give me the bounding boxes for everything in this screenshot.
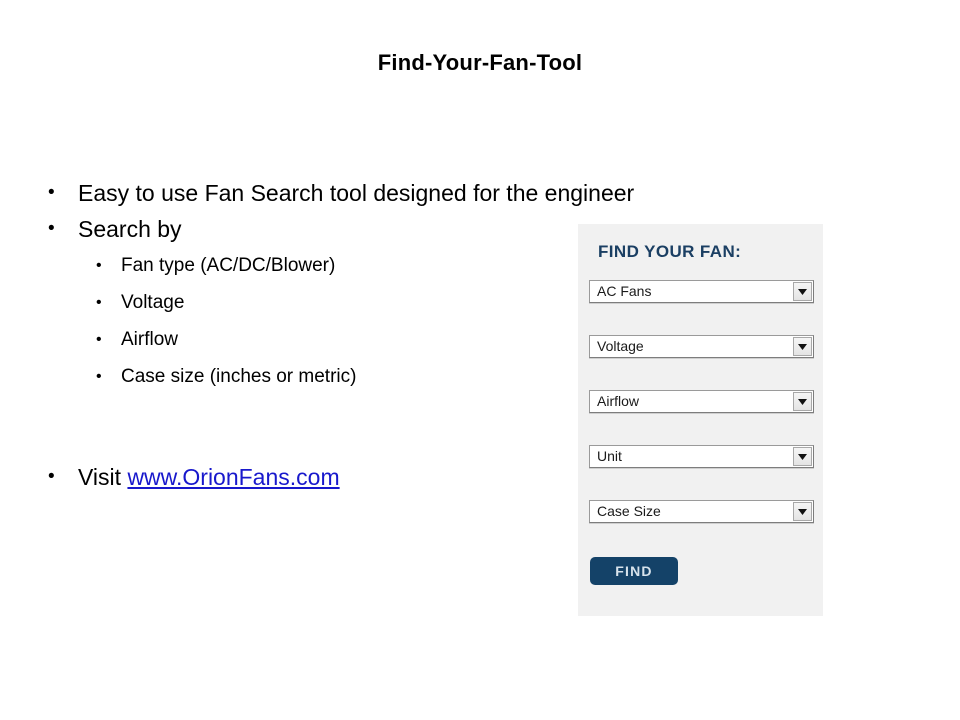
chevron-down-icon[interactable] (793, 392, 812, 411)
list-item: • Search by (48, 212, 568, 246)
case-size-select[interactable]: Case Size (589, 500, 814, 523)
list-item-visit: • Visit www.OrionFans.com (48, 460, 568, 494)
voltage-select[interactable]: Voltage (589, 335, 814, 358)
airflow-select[interactable]: Airflow (589, 390, 814, 413)
case-size-select-value: Case Size (597, 503, 661, 519)
bullet-icon: • (96, 368, 102, 385)
fan-panel-heading: FIND YOUR FAN: (598, 242, 742, 261)
bullet-content: • Easy to use Fan Search tool designed f… (48, 176, 634, 496)
list-item: • Case size (inches or metric) (48, 359, 568, 394)
fan-filter-list: AC Fans Voltage Airflow Unit Case Size (589, 280, 814, 555)
list-item-label: Easy to use Fan Search tool designed for… (78, 180, 635, 206)
chevron-down-icon[interactable] (793, 447, 812, 466)
chevron-down-icon[interactable] (793, 282, 812, 301)
find-your-fan-panel: FIND YOUR FAN: AC Fans Voltage Airflow U… (578, 224, 823, 616)
list-item: • Airflow (48, 322, 568, 357)
unit-select-value: Unit (597, 448, 622, 464)
fan-type-select-value: AC Fans (597, 283, 652, 299)
fan-type-select[interactable]: AC Fans (589, 280, 814, 303)
unit-select[interactable]: Unit (589, 445, 814, 468)
bullet-icon: • (96, 331, 102, 348)
list-item-label: Fan type (AC/DC/Blower) (121, 255, 336, 276)
bullet-icon: • (48, 218, 55, 239)
page-title: Find-Your-Fan-Tool (377, 50, 583, 75)
visit-line: Visit www.OrionFans.com (78, 460, 568, 494)
list-item-label: Case size (inches or metric) (121, 366, 357, 387)
bullet-icon: • (48, 466, 55, 487)
voltage-select-value: Voltage (597, 338, 644, 354)
list-item: • Easy to use Fan Search tool designed f… (48, 176, 634, 210)
list-item-label: Search by (78, 216, 182, 242)
orionfans-link[interactable]: www.OrionFans.com (127, 464, 339, 490)
list-item: • Voltage (48, 285, 568, 320)
chevron-down-icon[interactable] (793, 337, 812, 356)
airflow-select-value: Airflow (597, 393, 640, 409)
bullet-icon: • (96, 257, 102, 274)
list-item-label: Voltage (121, 292, 185, 313)
chevron-down-icon[interactable] (793, 502, 812, 521)
visit-prefix-label: Visit (78, 464, 128, 490)
bullet-icon: • (48, 182, 55, 203)
find-button[interactable]: FIND (590, 557, 678, 585)
bullet-icon: • (96, 294, 102, 311)
list-item-label: Airflow (121, 329, 179, 350)
list-item: • Fan type (AC/DC/Blower) (48, 248, 568, 283)
